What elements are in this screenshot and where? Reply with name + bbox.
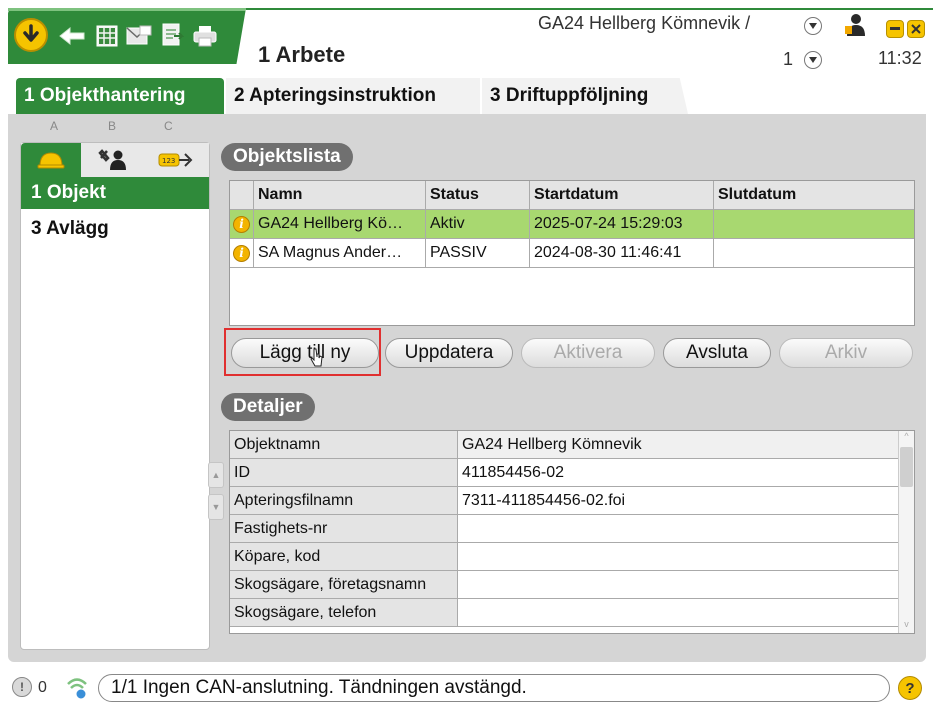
column-letter-c: C <box>164 119 173 133</box>
printer-icon[interactable] <box>192 24 218 48</box>
detail-row[interactable]: Skogsägare, telefon <box>230 599 898 627</box>
helmet-icon[interactable] <box>21 143 81 177</box>
detail-key: Köpare, kod <box>230 543 458 571</box>
info-icon[interactable]: i <box>233 244 250 262</box>
archive-button[interactable]: Arkiv <box>779 338 913 368</box>
detail-value[interactable] <box>458 515 898 543</box>
page-dropdown-chevron-icon[interactable] <box>804 51 822 69</box>
highlight-box <box>224 328 381 376</box>
cell-end <box>714 210 914 239</box>
detail-value[interactable]: 7311-411854456-02.foi <box>458 487 898 515</box>
mail-icon[interactable] <box>126 24 152 48</box>
wireless-signal-icon[interactable] <box>64 674 90 700</box>
detail-value: GA24 Hellberg Kömnevik <box>458 431 898 459</box>
status-message: 1/1 Ingen CAN-anslutning. Tändningen avs… <box>98 674 890 702</box>
column-letter-a: A <box>50 119 59 133</box>
view-title: 1 Arbete <box>258 42 346 67</box>
details-scrollbar[interactable]: ^ v <box>898 431 914 633</box>
user-dropdown-chevron-icon[interactable] <box>804 17 822 35</box>
column-header-status[interactable]: Status <box>426 181 530 210</box>
pointer-cursor-icon <box>310 348 324 368</box>
minimize-icon[interactable] <box>886 20 904 38</box>
nav-item-objekt[interactable]: 1 Objekt <box>21 177 209 209</box>
svg-text:123: 123 <box>162 157 175 165</box>
close-icon[interactable] <box>907 20 925 38</box>
page-number: 1 <box>783 49 794 69</box>
detail-key: Objektnamn <box>230 431 458 459</box>
operator-tools-icon[interactable] <box>83 143 143 177</box>
detail-value[interactable] <box>458 571 898 599</box>
column-header-icon <box>230 181 254 210</box>
detail-key: Skogsägare, telefon <box>230 599 458 627</box>
detail-row[interactable]: Köpare, kod <box>230 543 898 571</box>
detail-key: Skogsägare, företagsnamn <box>230 571 458 599</box>
scrollbar-thumb[interactable] <box>900 447 913 487</box>
cell-start: 2024-08-30 11:46:41 <box>530 239 714 268</box>
document-transfer-icon[interactable] <box>160 22 184 48</box>
detail-key: Apteringsfilnamn <box>230 487 458 515</box>
cell-status: PASSIV <box>426 239 530 268</box>
column-letter-b: B <box>108 119 117 133</box>
section-title-objektslista: Objektslista <box>221 143 353 171</box>
object-list-table: Namn Status Startdatum Slutdatum i GA24 … <box>229 180 915 326</box>
row-info-cell: i <box>230 239 254 268</box>
detail-value[interactable] <box>458 599 898 627</box>
detail-row[interactable]: Apteringsfilnamn 7311-411854456-02.foi <box>230 487 898 515</box>
cell-name: SA Magnus Ander… <box>254 239 426 268</box>
alarm-count: 0 <box>38 679 47 696</box>
clock: 11:32 <box>878 48 922 68</box>
detail-value[interactable]: 411854456-02 <box>458 459 898 487</box>
meter-tag-icon[interactable]: 123 <box>145 143 209 177</box>
alarm-icon[interactable]: ! <box>12 677 32 697</box>
left-nav: 123 1 Objekt 3 Avlägg <box>20 142 210 650</box>
main-tab-bar: 1 Objekthantering 2 Apteringsinstruktion… <box>0 78 933 114</box>
scroll-down-chevron-icon[interactable]: v <box>899 619 914 633</box>
detail-row[interactable]: Fastighets-nr <box>230 515 898 543</box>
operator-user-icon[interactable] <box>843 12 869 38</box>
home-down-arrow-icon[interactable] <box>14 18 48 52</box>
detail-row[interactable]: Skogsägare, företagsnamn <box>230 571 898 599</box>
cell-status: Aktiv <box>426 210 530 239</box>
activate-button[interactable]: Aktivera <box>521 338 655 368</box>
scroll-up-chevron-icon[interactable]: ^ <box>899 431 914 445</box>
current-user: GA24 Hellberg Kömnevik / <box>538 13 751 33</box>
section-title-detaljer: Detaljer <box>221 393 315 421</box>
detail-key: ID <box>230 459 458 487</box>
update-button[interactable]: Uppdatera <box>385 338 513 368</box>
tab-apteringsinstruktion[interactable]: 2 Apteringsinstruktion <box>226 78 480 114</box>
header-divider <box>246 8 933 10</box>
scroll-up-arrow-icon[interactable]: ▲ <box>208 462 224 488</box>
info-icon[interactable]: i <box>233 215 250 233</box>
detail-key: Fastighets-nr <box>230 515 458 543</box>
detail-row: Objektnamn GA24 Hellberg Kömnevik <box>230 431 898 459</box>
end-button[interactable]: Avsluta <box>663 338 771 368</box>
grid-table-icon[interactable] <box>95 24 119 48</box>
cell-start: 2025-07-24 15:29:03 <box>530 210 714 239</box>
column-header-slutdatum[interactable]: Slutdatum <box>714 181 914 210</box>
column-header-startdatum[interactable]: Startdatum <box>530 181 714 210</box>
nav-item-avlagg[interactable]: 3 Avlägg <box>21 213 209 245</box>
tab-objekthantering[interactable]: 1 Objekthantering <box>16 78 224 114</box>
back-arrow-icon[interactable] <box>58 24 86 48</box>
table-header: Namn Status Startdatum Slutdatum <box>230 181 914 210</box>
column-header-namn[interactable]: Namn <box>254 181 426 210</box>
help-icon[interactable]: ? <box>898 676 922 700</box>
row-info-cell: i <box>230 210 254 239</box>
table-row[interactable]: i GA24 Hellberg Kö… Aktiv 2025-07-24 15:… <box>230 210 914 239</box>
details-table: Objektnamn GA24 Hellberg Kömnevik ID 411… <box>229 430 915 634</box>
detail-value[interactable] <box>458 543 898 571</box>
tab-driftuppfoljning[interactable]: 3 Driftuppföljning <box>482 78 688 114</box>
cell-end <box>714 239 914 268</box>
table-row[interactable]: i SA Magnus Ander… PASSIV 2024-08-30 11:… <box>230 239 914 268</box>
detail-row[interactable]: ID 411854456-02 <box>230 459 898 487</box>
scroll-down-arrow-icon[interactable]: ▼ <box>208 494 224 520</box>
cell-name: GA24 Hellberg Kö… <box>254 210 426 239</box>
nav-icon-bar: 123 <box>21 143 209 177</box>
